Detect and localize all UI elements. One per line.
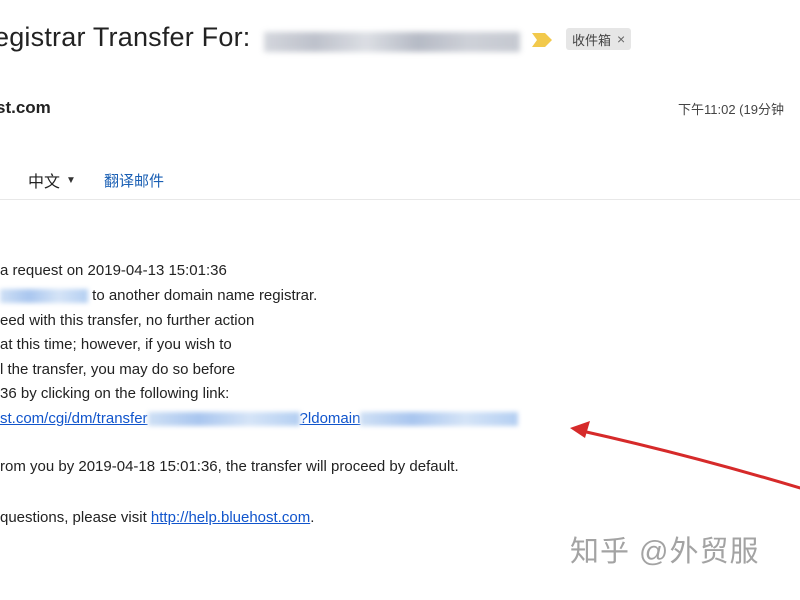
body-line-2: to another domain name registrar. [0,287,317,304]
body-line-8: rom you by 2019-04-18 15:01:36, the tran… [0,458,459,475]
remove-label-icon[interactable]: × [617,31,625,47]
body-line-5: l the transfer, you may do so before [0,361,236,378]
toolbar-divider [0,199,800,200]
body-line-9-suffix: . [310,509,315,526]
language-select[interactable]: 中文 ▼ [28,168,76,192]
body-line-1: a request on 2019-04-13 15:01:36 [0,262,227,279]
help-link[interactable]: http://help.bluehost.com [151,509,310,526]
body-line-4: at this time; however, if you wish to [0,336,232,353]
translate-email-link[interactable]: 翻译邮件 [104,170,164,191]
language-label: 中文 [28,174,61,191]
email-subject: egistrar Transfer For: [0,22,251,52]
transfer-cancel-link-line: st.com/cgi/dm/transfer ?ldomain [0,410,519,427]
redacted-domain-link[interactable] [0,287,88,304]
sender-name: st.com [0,98,51,117]
redacted-domain [0,289,88,304]
transfer-link-text-1: st.com/cgi/dm/transfer [0,410,148,427]
chevron-down-icon: ▼ [66,174,76,186]
redacted-domain [147,412,300,427]
body-line-3: eed with this transfer, no further actio… [0,312,255,329]
body-line-9-prefix: questions, please visit [0,509,151,526]
watermark: 知乎 @外贸服 [570,536,760,568]
transfer-link-text-2: ?ldomain [299,410,361,427]
email-timestamp: 下午11:02 (19分钟 [678,102,784,117]
redacted-domain [360,412,519,427]
importance-marker-icon[interactable] [532,33,552,47]
label-chip-inbox[interactable]: 收件箱 × [566,28,632,50]
body-line-9: questions, please visit http://help.blue… [0,509,314,526]
label-chip-text: 收件箱 [572,32,612,48]
body-line-6: 36 by clicking on the following link: [0,385,230,402]
redacted-domain [264,32,520,52]
body-line-2-text: to another domain name registrar. [88,287,318,304]
transfer-cancel-link[interactable]: st.com/cgi/dm/transfer ?ldomain [0,410,519,427]
